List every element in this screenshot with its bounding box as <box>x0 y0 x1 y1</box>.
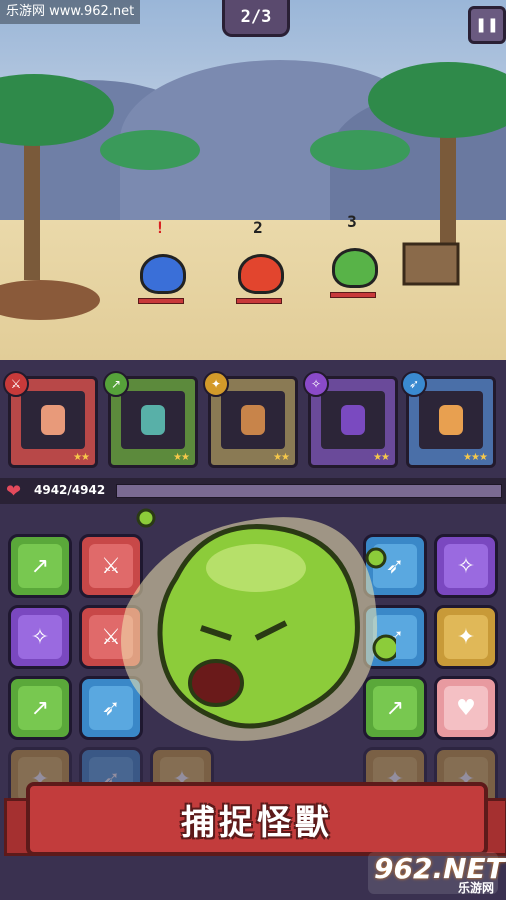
hero-card[interactable]: ↗ ★★ <box>103 371 198 468</box>
slime-mouth <box>188 659 244 707</box>
enemy-hp-bar <box>330 292 376 298</box>
hero-card[interactable]: ➶ ★★★ <box>401 371 496 468</box>
palm-trees <box>0 62 506 320</box>
party-hp-text: 4942/4942 <box>34 483 106 497</box>
hero-stars: ★★ <box>173 452 190 463</box>
title-banner: 捕捉怪獸 <box>26 782 488 856</box>
hero-face <box>141 405 165 435</box>
battle-scene <box>0 0 506 360</box>
spear-icon: ↗ <box>18 544 62 588</box>
hero-card[interactable]: ⚔ ★★ <box>3 371 98 468</box>
palm-leaves <box>100 130 200 170</box>
hero-stars: ★★ <box>373 452 390 463</box>
enemy-green-turtle[interactable]: 3 <box>322 212 382 298</box>
enemy-body <box>332 248 378 288</box>
hero-stars: ★★ <box>73 452 90 463</box>
slime-droplet <box>136 508 156 528</box>
enemy-hp-bar <box>138 298 184 304</box>
gem-tile-spear[interactable]: ↗ <box>8 676 72 740</box>
staff-icon: ✧ <box>18 615 62 659</box>
pause-button[interactable]: ❚❚ <box>468 6 506 44</box>
rowboat <box>0 280 100 320</box>
site-logo: 962.NET 乐游网 <box>368 852 505 895</box>
treasure-chest <box>402 242 460 286</box>
hero-face <box>439 405 463 435</box>
gem-tile-axe[interactable]: ✦ <box>434 605 498 669</box>
enemy-blue-shell[interactable]: ! <box>130 218 190 304</box>
sword-icon: ⚔ <box>3 371 29 397</box>
slime-monster <box>121 508 396 741</box>
hero-portrait <box>321 391 385 449</box>
palm-leaves <box>368 62 506 138</box>
enemy-hp-bar <box>236 298 282 304</box>
spear-icon: ↗ <box>18 686 62 730</box>
enemy-turn-order: 3 <box>347 212 357 231</box>
bow-icon: ➶ <box>401 371 427 397</box>
palm-leaves <box>310 130 410 170</box>
axe-icon: ✦ <box>203 371 229 397</box>
hero-portrait <box>21 391 85 449</box>
wave-counter: 2/3 <box>222 0 290 37</box>
hero-face <box>341 405 365 435</box>
hero-portrait <box>121 391 185 449</box>
slime-droplet <box>365 547 387 569</box>
gem-tile-spear[interactable]: ↗ <box>8 534 72 598</box>
site-watermark: 乐游网 www.962.net <box>0 0 141 24</box>
enemy-body <box>238 254 284 294</box>
banner-title: 捕捉怪獸 <box>181 802 333 843</box>
pause-icon: ❚❚ <box>475 17 499 33</box>
spear-icon: ↗ <box>103 371 129 397</box>
heart-icon: ♥ <box>444 686 488 730</box>
hero-portrait <box>419 391 483 449</box>
hero-portrait <box>221 391 285 449</box>
gem-tile-staff[interactable]: ✧ <box>8 605 72 669</box>
hero-stars: ★★★ <box>463 452 488 463</box>
hero-card[interactable]: ✦ ★★ <box>203 371 298 468</box>
enemy-target-marker: ! <box>155 218 165 237</box>
enemy-red-crab[interactable]: 2 <box>228 218 288 304</box>
hero-face <box>41 405 65 435</box>
hero-face <box>241 405 265 435</box>
enemy-body <box>140 254 186 294</box>
staff-icon: ✧ <box>303 371 329 397</box>
hero-card[interactable]: ✧ ★★ <box>303 371 398 468</box>
staff-icon: ✧ <box>444 544 488 588</box>
heart-icon: ❤ <box>6 481 22 502</box>
gem-tile-heart[interactable]: ♥ <box>434 676 498 740</box>
slime-highlight <box>206 544 306 592</box>
axe-icon: ✦ <box>444 615 488 659</box>
slime-droplet <box>372 634 396 662</box>
hero-stars: ★★ <box>273 452 290 463</box>
enemy-turn-order: 2 <box>253 218 263 237</box>
logo-caption: 乐游网 <box>457 881 494 895</box>
palm-leaves <box>0 74 114 146</box>
gem-tile-staff[interactable]: ✧ <box>434 534 498 598</box>
